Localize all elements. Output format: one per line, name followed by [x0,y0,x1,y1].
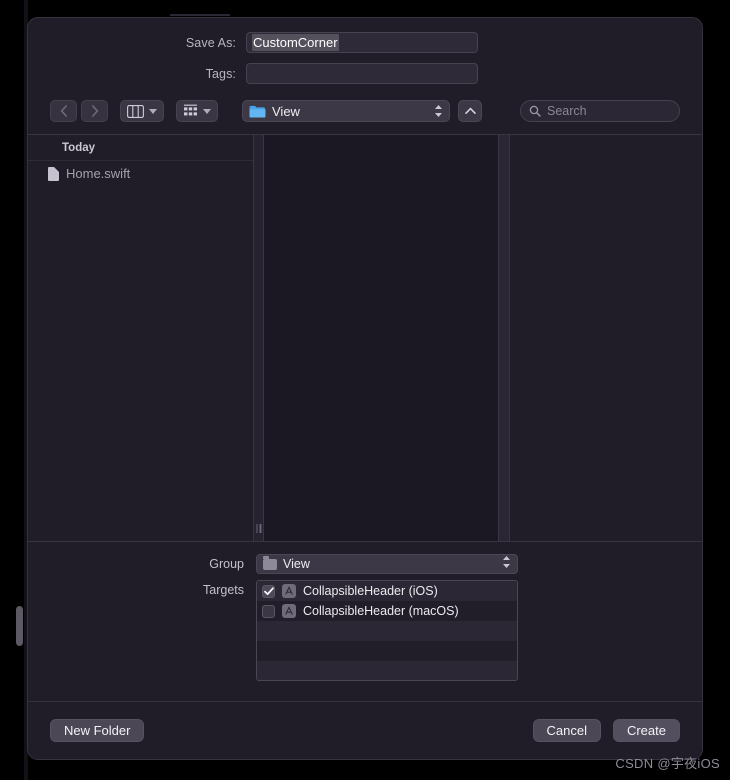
back-button[interactable] [50,100,77,122]
save-as-label: Save As: [185,35,236,50]
go-up-button[interactable] [458,100,482,122]
chevron-right-icon [91,105,98,117]
save-as-row: Save As: CustomCorner [28,32,702,53]
columns-view-icon [127,104,144,118]
group-view-button[interactable] [176,100,218,122]
search-field[interactable]: Search [520,100,680,122]
target-checkbox[interactable] [262,604,275,618]
sidebar: Today Home.swift [28,135,254,541]
save-dialog: Save As: CustomCorner Tags: View Search … [27,17,703,760]
create-button[interactable]: Create [612,719,680,742]
table-row-empty [257,661,517,680]
target-checkbox[interactable] [262,584,275,598]
chevron-left-icon [60,105,67,117]
document-icon [48,166,59,181]
background-window-topline [170,14,230,16]
metadata-section: Group View Targets CollapsibleHeader (iO… [28,542,702,701]
popup-arrows-icon [434,104,443,118]
background-scrollbar-thumb[interactable] [16,606,23,646]
column-resize-grip[interactable] [256,524,261,533]
targets-list[interactable]: CollapsibleHeader (iOS) CollapsibleHeade… [256,580,518,681]
tags-label: Tags: [205,66,236,81]
column-view-button[interactable] [120,100,164,122]
location-popup-button[interactable]: View [242,100,450,122]
targets-label: Targets [203,583,244,597]
popup-arrows-icon [502,555,511,574]
chevron-up-icon [464,107,476,114]
group-row: Group View [28,554,702,574]
browser-preview-column[interactable] [510,135,702,541]
group-label: Group [209,557,244,571]
forward-button[interactable] [81,100,108,122]
chevron-down-icon [203,108,211,114]
tags-input[interactable] [246,63,478,84]
browser-column-divider[interactable] [254,135,264,541]
app-icon [282,584,296,598]
browser-column-scrollbar[interactable] [499,135,510,541]
checkmark-icon [263,586,274,595]
target-label: CollapsibleHeader (iOS) [303,584,438,598]
sidebar-item-label: Home.swift [66,166,131,181]
chevron-down-icon [149,108,157,114]
table-row-empty [257,641,517,661]
sidebar-section-today: Today [28,135,253,161]
save-as-value: CustomCorner [252,34,339,51]
app-icon [282,604,296,618]
target-label: CollapsibleHeader (macOS) [303,604,459,618]
dialog-toolbar: View Search [28,100,702,134]
grid-view-icon [184,104,197,116]
dialog-footer: New Folder Cancel Create [28,701,702,759]
targets-row: Targets CollapsibleHeader (iOS) Collapsi… [28,580,702,681]
location-popup-label: View [272,103,300,119]
group-popup-button[interactable]: View [256,554,518,574]
save-as-input[interactable]: CustomCorner [246,32,478,53]
footer-action-buttons: Cancel Create [532,719,680,742]
tags-row: Tags: [28,63,702,84]
grey-folder-icon [263,556,277,570]
dialog-header-fields: Save As: CustomCorner Tags: [28,18,702,100]
table-row[interactable]: CollapsibleHeader (macOS) [257,601,517,621]
search-placeholder: Search [547,104,587,118]
watermark: CSDN @宇夜iOS [615,756,720,771]
blue-folder-icon [249,105,266,117]
browser-column-empty[interactable] [264,135,499,541]
search-icon [529,105,541,117]
file-browser: Today Home.swift [28,134,702,542]
table-row[interactable]: CollapsibleHeader (iOS) [257,581,517,601]
table-row-empty [257,621,517,641]
sidebar-item-home-swift[interactable]: Home.swift [28,161,253,186]
group-value: View [283,557,310,571]
new-folder-button[interactable]: New Folder [50,719,145,742]
navigation-buttons [50,100,108,122]
cancel-button[interactable]: Cancel [532,719,601,742]
